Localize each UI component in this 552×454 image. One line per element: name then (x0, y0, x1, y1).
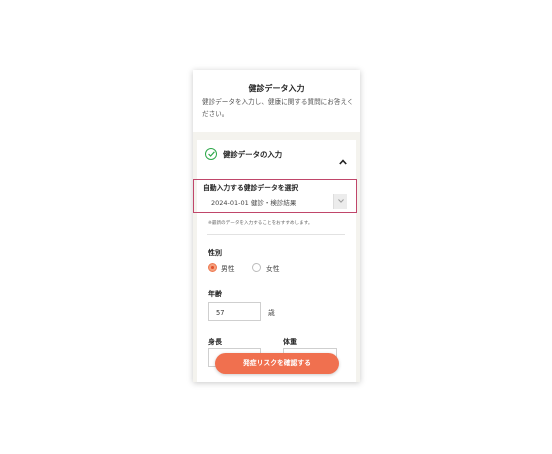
page-description: 健診データを入力し、健康に関する質問にお答えください。 (202, 98, 354, 118)
check-circle-icon (205, 148, 217, 160)
chevron-down-icon[interactable] (333, 194, 347, 209)
age-label: 年齢 (208, 290, 222, 298)
age-input[interactable]: 57 (208, 302, 261, 321)
weight-label: 体重 (283, 338, 297, 346)
check-risk-button[interactable]: 発症リスクを確認する (215, 353, 339, 374)
age-value: 57 (216, 309, 225, 317)
sex-label: 性別 (208, 249, 222, 257)
mobile-screen: 健診データ入力 健診データを入力し、健康に関する質問にお答えください。 健診デー… (193, 70, 360, 382)
auto-fill-note: ※最新のデータを入力することをおすすめします。 (208, 221, 313, 226)
divider (207, 234, 345, 235)
age-unit: 歳 (268, 309, 275, 317)
page-title: 健診データ入力 (248, 84, 305, 93)
health-data-card: 健診データの入力 自動入力する健診データを選択 2024-01-01 健診・検診… (197, 140, 356, 382)
height-label: 身長 (208, 338, 222, 346)
radio-male-label[interactable]: 男性 (221, 263, 235, 273)
accordion-title: 健診データの入力 (223, 150, 283, 159)
radio-female-label[interactable]: 女性 (266, 263, 280, 273)
auto-fill-selected-value: 2024-01-01 健診・検診結果 (211, 199, 297, 207)
accordion-header[interactable]: 健診データの入力 (197, 140, 356, 167)
chevron-up-icon[interactable] (339, 150, 347, 169)
auto-fill-label: 自動入力する健診データを選択 (203, 184, 299, 192)
radio-female[interactable] (252, 263, 261, 272)
auto-fill-select[interactable]: 2024-01-01 健診・検診結果 (203, 194, 347, 209)
radio-male[interactable] (208, 263, 217, 272)
